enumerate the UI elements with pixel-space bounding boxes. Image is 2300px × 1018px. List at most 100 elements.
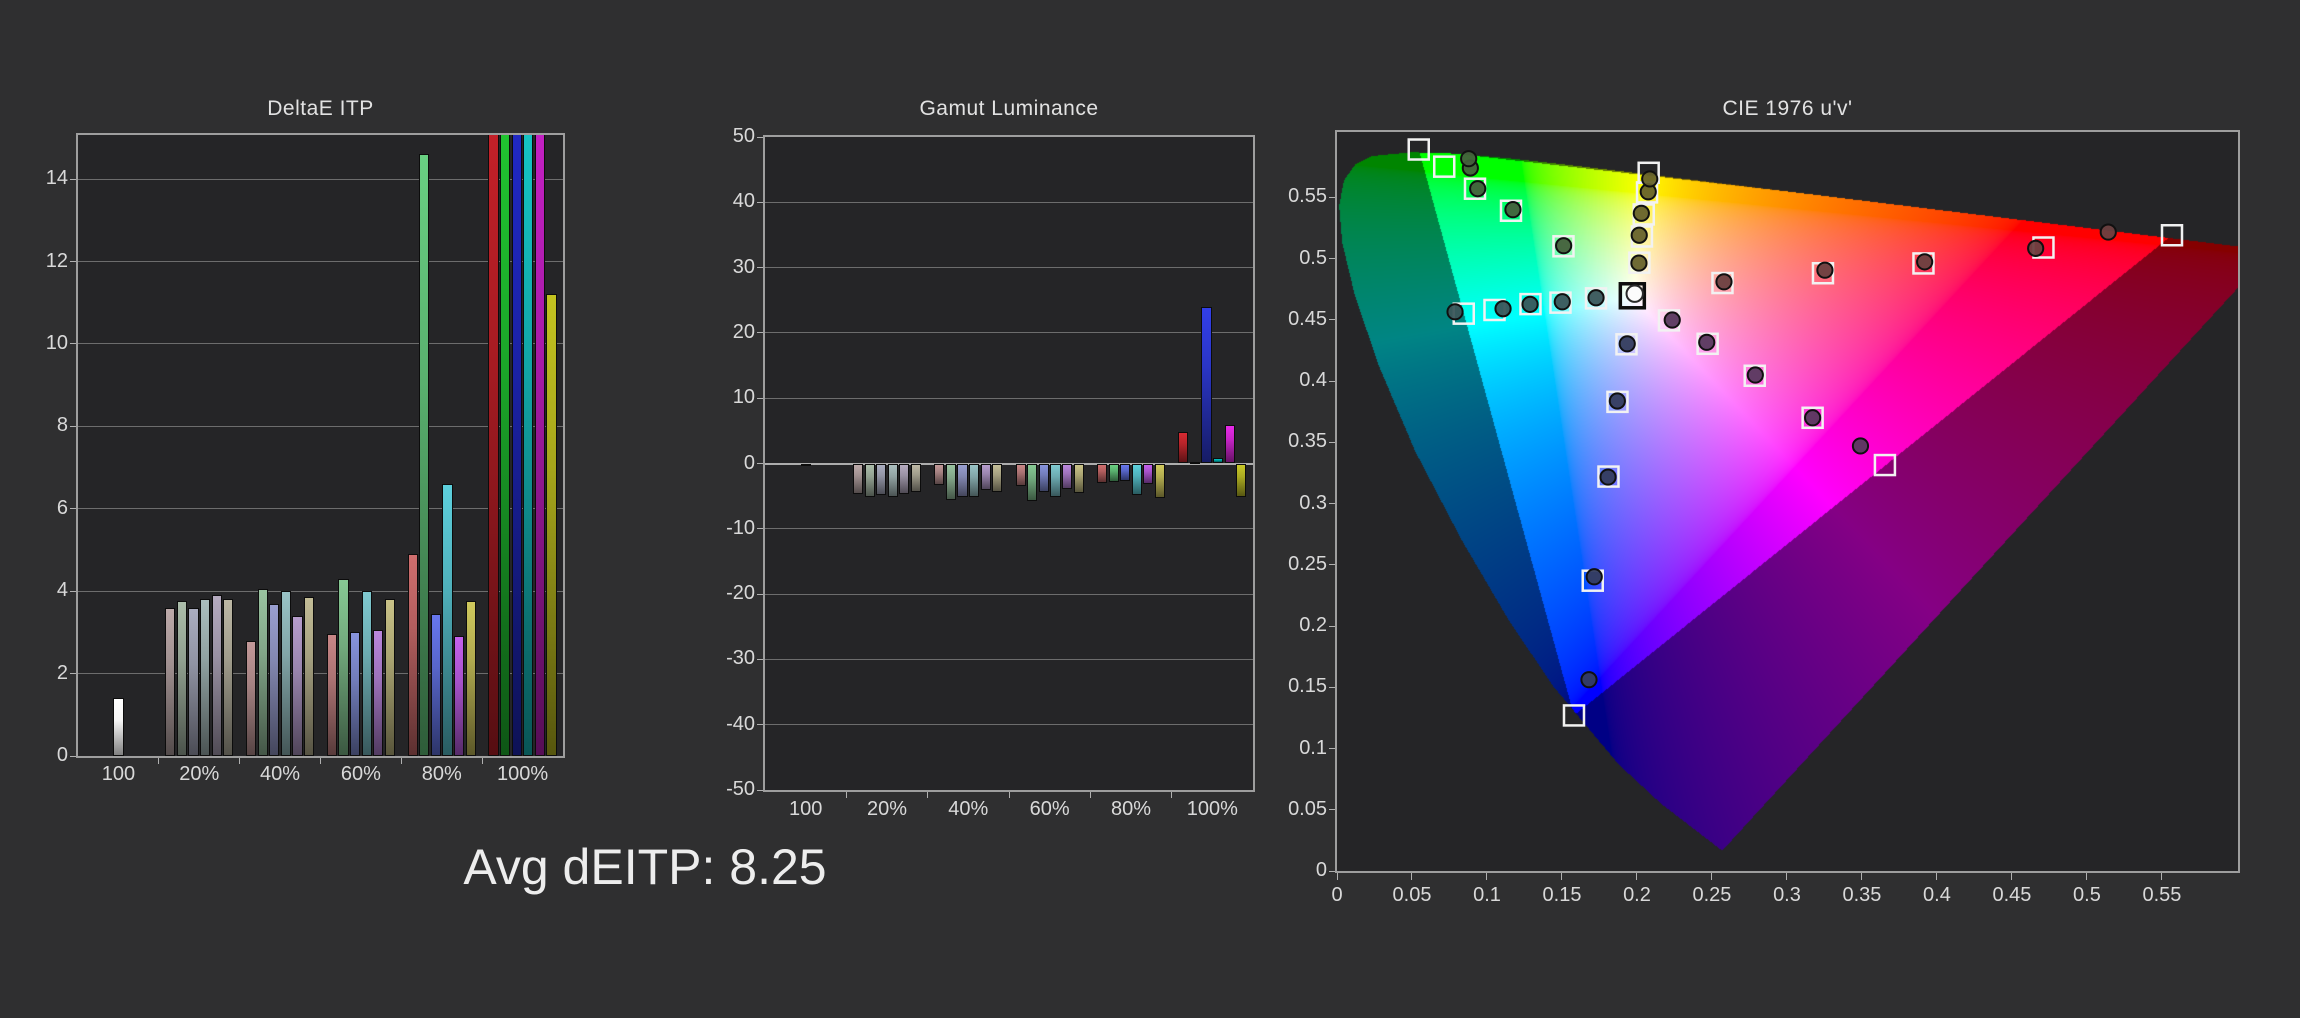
y-tick-mark xyxy=(1329,564,1335,565)
x-tick-mark xyxy=(1936,873,1937,880)
bar-60%-5 xyxy=(1074,464,1084,493)
bar-40%-3 xyxy=(969,464,979,497)
cie-target-blue-100pct xyxy=(1564,705,1584,725)
y-tick-mark xyxy=(70,426,76,427)
cie-measured-red-60pct xyxy=(1917,254,1932,269)
bar-40%-1 xyxy=(258,589,268,756)
x-tick-label: 20% xyxy=(159,763,240,786)
x-tick-label: 20% xyxy=(846,798,927,821)
y-tick-mark xyxy=(70,673,76,674)
cie-measured-red-20pct xyxy=(1716,274,1731,289)
x-tick-mark xyxy=(1711,873,1712,880)
y-tick-mark xyxy=(1329,442,1335,443)
bar-100-0 xyxy=(113,698,123,756)
y-tick-mark xyxy=(70,179,76,180)
bar-100%-5 xyxy=(1236,464,1246,497)
bar-20%-2 xyxy=(876,464,886,496)
bar-60%-2 xyxy=(350,632,360,756)
bar-80%-0 xyxy=(1097,464,1107,484)
y-tick-label: 50 xyxy=(701,125,755,148)
y-tick-mark xyxy=(1329,626,1335,627)
cie-measured-magenta-80pct xyxy=(1805,410,1820,425)
bar-80%-2 xyxy=(1120,464,1130,482)
bar-100%-2 xyxy=(1201,307,1211,464)
cie-measured-green-20pct xyxy=(1556,238,1571,253)
x-tick-mark xyxy=(2011,873,2012,880)
cie-measured-red-100pct xyxy=(2101,224,2116,239)
y-tick-mark xyxy=(1329,503,1335,504)
cie-measured-cyan-40pct xyxy=(1555,294,1570,309)
bar-80%-0 xyxy=(408,554,418,756)
x-tick-label: 80% xyxy=(401,763,482,786)
cie-measured-blue-80pct xyxy=(1587,569,1602,584)
x-tick-mark xyxy=(1411,873,1412,880)
bar-60%-4 xyxy=(373,630,383,756)
bar-60%-2 xyxy=(1039,464,1049,492)
cie-measured-green-40pct xyxy=(1505,202,1520,217)
x-tick-label: 100 xyxy=(78,763,159,786)
x-tick-label: 0 xyxy=(1305,884,1369,907)
y-tick-label: -10 xyxy=(701,517,755,540)
bar-20%-1 xyxy=(865,464,875,497)
y-tick-label: 0.15 xyxy=(1267,675,1327,698)
y-tick-label: 0.4 xyxy=(1267,369,1327,392)
x-tick-mark xyxy=(320,758,321,764)
y-tick-label: 0.05 xyxy=(1267,798,1327,821)
bar-100%-0 xyxy=(488,135,498,756)
bar-20%-1 xyxy=(177,601,187,756)
x-tick-mark xyxy=(482,758,483,764)
x-tick-label: 0.45 xyxy=(1980,884,2044,907)
y-tick-mark xyxy=(757,137,763,138)
x-tick-label: 100% xyxy=(1172,798,1253,821)
x-tick-mark xyxy=(1861,873,1862,880)
y-tick-mark xyxy=(757,463,763,464)
x-tick-mark xyxy=(927,792,928,798)
bar-100%-1 xyxy=(500,135,510,756)
cie-target-red-100pct xyxy=(2162,225,2182,245)
y-tick-label: 0.2 xyxy=(1267,614,1327,637)
cie-measured-cyan-60pct xyxy=(1522,297,1537,312)
bar-40%-2 xyxy=(269,604,279,756)
y-tick-label: 0 xyxy=(14,744,68,767)
x-tick-mark xyxy=(1561,873,1562,880)
bar-80%-4 xyxy=(454,636,464,756)
x-tick-mark xyxy=(401,758,402,764)
x-tick-label: 40% xyxy=(928,798,1009,821)
bar-40%-2 xyxy=(957,464,967,498)
bar-60%-3 xyxy=(1050,464,1060,498)
x-tick-label: 80% xyxy=(1090,798,1171,821)
bar-100%-2 xyxy=(512,135,522,756)
y-tick-mark xyxy=(1329,687,1335,688)
bar-100%-4 xyxy=(1225,425,1235,464)
y-tick-label: 0.35 xyxy=(1267,430,1327,453)
bar-40%-4 xyxy=(292,616,302,756)
gridline xyxy=(765,202,1253,203)
bar-40%-0 xyxy=(246,641,256,756)
bar-60%-5 xyxy=(385,599,395,756)
bar-80%-3 xyxy=(1132,464,1142,495)
x-tick-mark xyxy=(846,792,847,798)
bar-60%-4 xyxy=(1062,464,1072,489)
y-tick-mark xyxy=(1329,871,1335,872)
avg-deitp-readout: Avg dEITP: 8.25 xyxy=(420,838,870,896)
y-tick-label: 0.1 xyxy=(1267,737,1327,760)
bar-40%-0 xyxy=(934,464,944,486)
cie-measured-cyan-20pct xyxy=(1588,290,1603,305)
bar-80%-5 xyxy=(1155,464,1165,499)
y-tick-mark xyxy=(1329,748,1335,749)
y-tick-label: 0.55 xyxy=(1267,185,1327,208)
x-tick-mark xyxy=(2086,873,2087,880)
x-tick-mark xyxy=(2161,873,2162,880)
y-tick-mark xyxy=(1329,809,1335,810)
y-tick-mark xyxy=(757,659,763,660)
cie-measured-cyan-100pct xyxy=(1447,304,1462,319)
bar-60%-1 xyxy=(1027,464,1037,502)
y-tick-mark xyxy=(757,267,763,268)
bar-60%-1 xyxy=(338,579,348,756)
x-tick-label: 0.15 xyxy=(1530,884,1594,907)
bar-40%-4 xyxy=(981,464,991,491)
y-tick-label: 0.45 xyxy=(1267,308,1327,331)
x-tick-mark xyxy=(1636,873,1637,880)
bar-20%-0 xyxy=(165,608,175,756)
x-tick-label: 60% xyxy=(1009,798,1090,821)
